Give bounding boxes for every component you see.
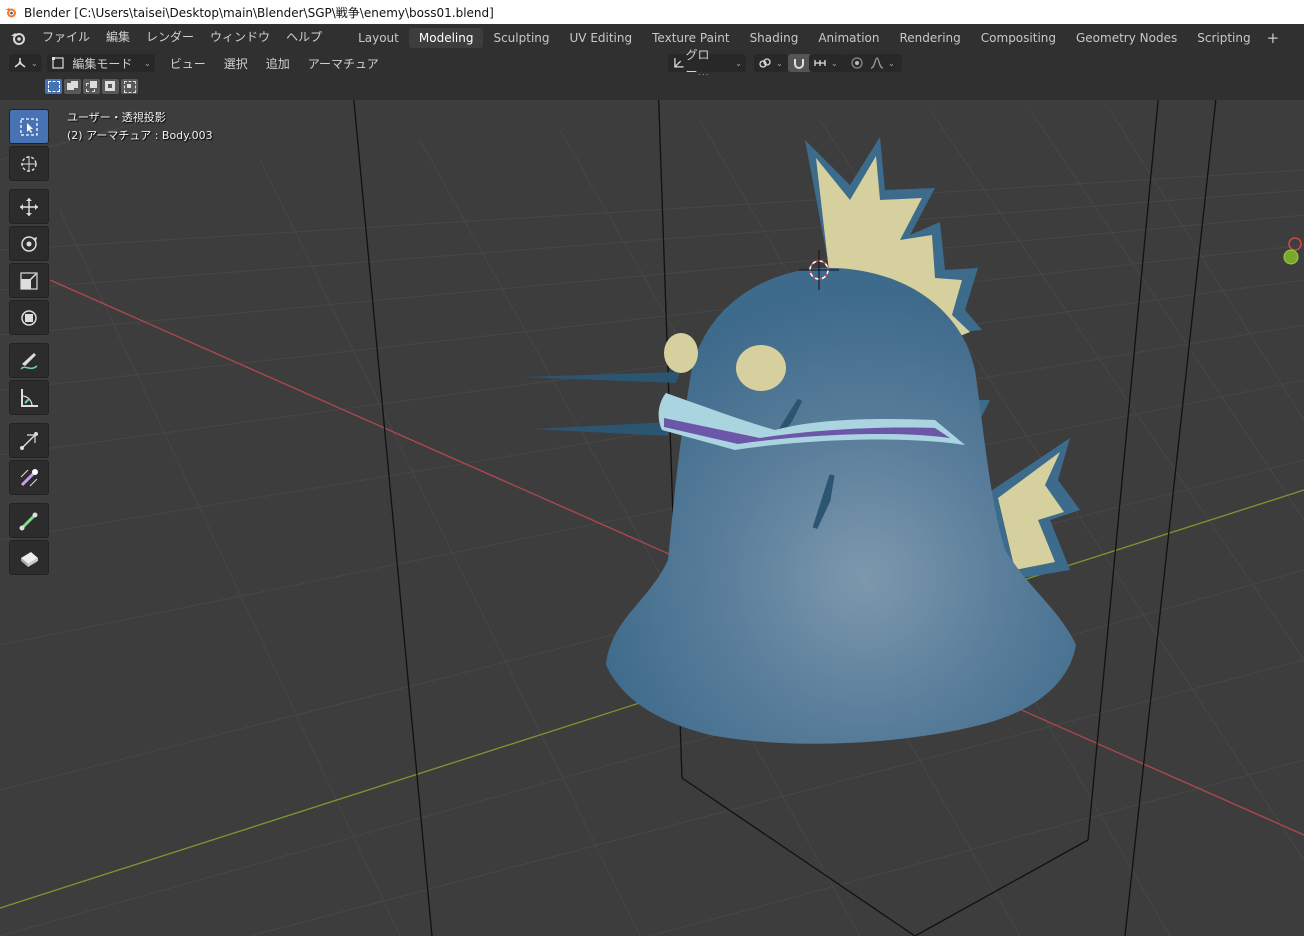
menu-render[interactable]: レンダー	[138, 24, 202, 51]
view-label: ユーザー・透視投影	[67, 111, 166, 124]
view3d-editor-icon	[14, 58, 26, 68]
select-box-icon	[20, 117, 38, 136]
tab-uv-editing[interactable]: UV Editing	[560, 28, 643, 48]
magnet-icon	[794, 59, 804, 69]
annotate-icon	[20, 352, 38, 370]
add-workspace-button[interactable]: +	[1261, 29, 1286, 47]
y-axis-gizmo-icon[interactable]	[1283, 249, 1299, 265]
editor-type-dropdown[interactable]: ⌄	[9, 54, 42, 72]
menu-edit[interactable]: 編集	[98, 24, 138, 51]
tab-animation[interactable]: Animation	[808, 28, 889, 48]
tab-sculpting[interactable]: Sculpting	[483, 28, 559, 48]
tab-compositing[interactable]: Compositing	[971, 28, 1066, 48]
menu-window[interactable]: ウィンドウ	[202, 24, 278, 51]
navigation-gizmo[interactable]	[1282, 236, 1304, 268]
menu-help[interactable]: ヘルプ	[278, 24, 330, 51]
tab-texture-paint[interactable]: Texture Paint	[642, 28, 739, 48]
viewport-scene	[0, 100, 1304, 936]
rotate-icon	[21, 235, 37, 252]
edit-mode-icon	[51, 57, 64, 69]
move-icon	[20, 197, 38, 216]
snap-target-dropdown[interactable]: ⌄	[809, 54, 847, 72]
window-title: Blender [C:\Users\taisei\Desktop\main\Bl…	[24, 5, 494, 20]
scale-icon	[20, 271, 38, 290]
chevron-down-icon: ⌄	[31, 58, 38, 68]
snap-increment-icon	[814, 60, 826, 66]
roll-tool[interactable]	[9, 503, 49, 538]
extrude-to-cursor-icon	[20, 468, 38, 486]
pivot-icon	[759, 58, 771, 68]
chevron-down-icon: ⌄	[888, 58, 895, 68]
tab-layout[interactable]: Layout	[348, 28, 409, 48]
3d-viewport[interactable]: ユーザー・透視投影 (2) アーマチュア : Body.003	[0, 100, 1304, 936]
tab-scripting[interactable]: Scripting	[1187, 28, 1260, 48]
tab-rendering[interactable]: Rendering	[890, 28, 971, 48]
blender-logo-icon	[5, 8, 16, 18]
select-intersect-icon[interactable]	[121, 79, 138, 94]
move-tool[interactable]	[9, 189, 49, 224]
transform-tool[interactable]	[9, 300, 49, 335]
workspace-tabs: Layout Modeling Sculpting UV Editing Tex…	[348, 24, 1285, 51]
measure-tool[interactable]	[9, 380, 49, 415]
annotate-tool[interactable]	[9, 343, 49, 378]
measure-icon	[21, 388, 38, 407]
proportional-edit-icon	[851, 57, 863, 69]
falloff-curve-icon	[870, 57, 884, 69]
viewport-subheader	[0, 75, 1304, 100]
transform-icon	[21, 309, 37, 326]
x-axis-gizmo-icon[interactable]	[1288, 237, 1302, 251]
menu-armature[interactable]: アーマチュア	[299, 55, 388, 72]
viewport-header: ⌄ 編集モード ⌄ ビュー 選択 追加 アーマチュア グロー... ⌄ ⌄ ⌄ …	[0, 48, 1304, 79]
scale-tool[interactable]	[9, 263, 49, 298]
select-new-icon[interactable]	[45, 79, 62, 94]
menu-file[interactable]: ファイル	[34, 24, 98, 51]
select-subtract-icon[interactable]	[83, 79, 100, 94]
select-box-tool[interactable]	[9, 109, 49, 144]
boss-eye-left	[664, 333, 698, 373]
chevron-down-icon: ⌄	[776, 58, 783, 68]
menu-view[interactable]: ビュー	[161, 55, 215, 72]
cursor-tool[interactable]	[9, 146, 49, 181]
window-titlebar: Blender [C:\Users\taisei\Desktop\main\Bl…	[0, 0, 1304, 24]
mode-dropdown[interactable]: 編集モード ⌄	[46, 54, 155, 72]
cursor-icon	[21, 155, 37, 172]
menu-select[interactable]: 選択	[215, 55, 257, 72]
proportional-falloff-dropdown[interactable]: ⌄	[866, 54, 902, 72]
chevron-down-icon: ⌄	[144, 58, 151, 68]
tab-modeling[interactable]: Modeling	[408, 27, 484, 48]
chevron-down-icon: ⌄	[735, 58, 742, 68]
menu-add[interactable]: 追加	[257, 55, 299, 72]
top-menubar: ファイル 編集 レンダー ウィンドウ ヘルプ Layout Modeling S…	[0, 24, 1304, 51]
select-invert-icon[interactable]	[102, 79, 119, 94]
boss-eye-right	[736, 345, 786, 391]
extrude-to-cursor-tool[interactable]	[9, 460, 49, 495]
extrude-icon	[20, 431, 38, 450]
transform-orientation-dropdown[interactable]: グロー... ⌄	[668, 48, 746, 79]
select-mode-group	[45, 79, 140, 94]
global-orientation-icon	[674, 58, 684, 68]
rotate-tool[interactable]	[9, 226, 49, 261]
floor-grid	[0, 109, 1304, 936]
left-spike-bottom	[532, 422, 670, 436]
select-extend-icon[interactable]	[64, 79, 81, 94]
mode-label: 編集モード	[72, 56, 133, 71]
blender-menu-icon[interactable]	[10, 30, 26, 46]
extrude-tool[interactable]	[9, 423, 49, 458]
object-label: (2) アーマチュア : Body.003	[67, 129, 213, 142]
roll-icon	[19, 512, 38, 530]
bone-size-tool[interactable]	[9, 540, 49, 575]
tab-shading[interactable]: Shading	[740, 28, 809, 48]
chevron-down-icon: ⌄	[831, 58, 838, 68]
tab-geometry-nodes[interactable]: Geometry Nodes	[1066, 28, 1187, 48]
pivot-point-dropdown[interactable]: ⌄	[754, 54, 788, 72]
tool-shelf	[9, 109, 49, 577]
bone-size-icon	[21, 551, 38, 567]
